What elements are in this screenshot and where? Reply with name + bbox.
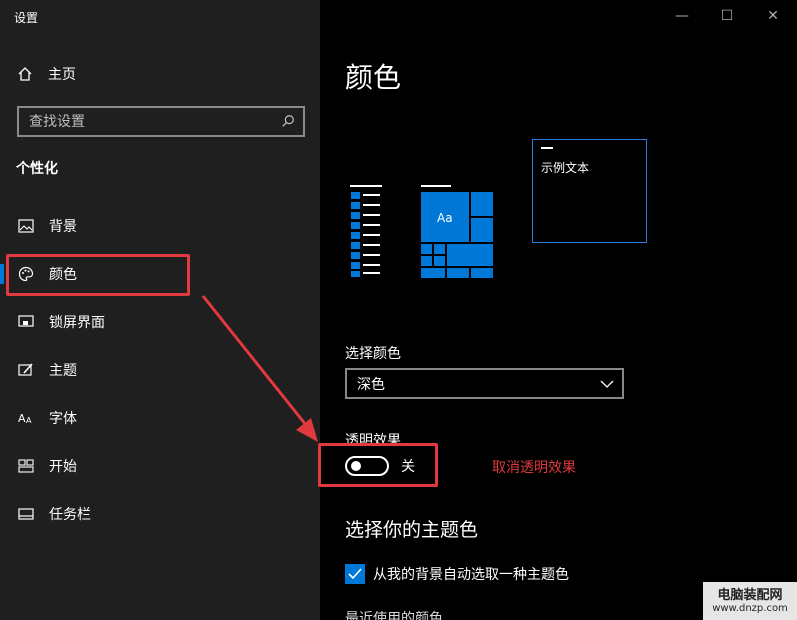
watermark-url: www.dnzp.com <box>712 603 788 614</box>
annotation-arrow <box>201 295 318 442</box>
watermark: 电脑装配网 www.dnzp.com <box>703 582 797 620</box>
watermark-title: 电脑装配网 <box>717 588 783 603</box>
